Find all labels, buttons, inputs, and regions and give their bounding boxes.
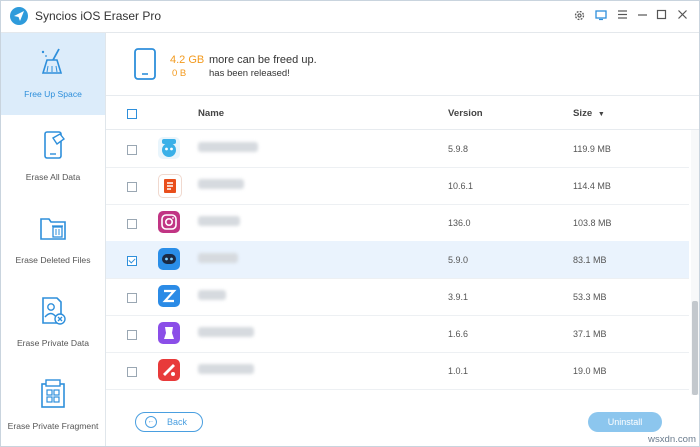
sidebar-item-erase-deleted-files[interactable]: Erase Deleted Files bbox=[1, 199, 105, 281]
display-icon[interactable] bbox=[594, 9, 608, 23]
sidebar-item-label: Erase Deleted Files bbox=[15, 255, 91, 265]
uninstall-button[interactable]: Uninstall bbox=[588, 412, 662, 432]
table-row[interactable]: 5.9.8 119.9 MB bbox=[106, 130, 689, 168]
app-version: 1.6.6 bbox=[448, 329, 469, 339]
app-version: 5.9.8 bbox=[448, 144, 469, 154]
title-bar: Syncios iOS Eraser Pro bbox=[1, 1, 699, 33]
phone-eraser-icon bbox=[44, 131, 66, 159]
app-size: 53.3 MB bbox=[573, 292, 607, 302]
tablet-icon bbox=[134, 48, 156, 80]
app-name-redacted bbox=[198, 216, 240, 226]
sidebar: Free Up Space Erase All Data Erase Delet… bbox=[1, 33, 106, 446]
row-checkbox[interactable] bbox=[127, 330, 137, 340]
row-checkbox[interactable] bbox=[127, 182, 137, 192]
maximize-icon[interactable] bbox=[654, 9, 668, 23]
back-arrow-icon: ← bbox=[145, 416, 157, 428]
freeable-text: more can be freed up. bbox=[209, 54, 317, 66]
scrollbar-thumb[interactable] bbox=[692, 301, 698, 395]
app-size: 83.1 MB bbox=[573, 255, 607, 265]
app-icon bbox=[158, 359, 180, 381]
sidebar-item-erase-all-data[interactable]: Erase All Data bbox=[1, 116, 105, 198]
column-header-name[interactable]: Name bbox=[198, 108, 224, 119]
app-name-redacted bbox=[198, 142, 258, 152]
app-size: 19.0 MB bbox=[573, 366, 607, 376]
select-all-checkbox[interactable] bbox=[127, 109, 137, 119]
app-name-redacted bbox=[198, 364, 254, 374]
main-panel: 4.2 GB more can be freed up. 0 B has bee… bbox=[106, 33, 699, 446]
column-header-size-label: Size bbox=[573, 108, 593, 119]
sidebar-item-label: Erase Private Data bbox=[16, 338, 90, 348]
row-checkbox[interactable] bbox=[127, 293, 137, 303]
app-version: 136.0 bbox=[448, 218, 471, 228]
column-header-size[interactable]: Size ▼ bbox=[573, 108, 605, 119]
app-icon bbox=[158, 174, 182, 198]
app-icon bbox=[158, 285, 180, 307]
app-name-redacted bbox=[198, 327, 254, 337]
private-doc-icon bbox=[42, 297, 66, 325]
row-checkbox[interactable] bbox=[127, 219, 137, 229]
table-row[interactable]: 3.9.1 53.3 MB bbox=[106, 278, 689, 316]
app-logo-icon bbox=[10, 7, 28, 25]
table-header: Name Version Size ▼ bbox=[106, 99, 699, 130]
fragment-grid-icon bbox=[41, 379, 65, 408]
app-size: 37.1 MB bbox=[573, 329, 607, 339]
app-title: Syncios iOS Eraser Pro bbox=[35, 9, 162, 23]
app-version: 3.9.1 bbox=[448, 292, 469, 302]
sidebar-item-label: Erase All Data bbox=[25, 172, 81, 182]
app-version: 1.0.1 bbox=[448, 366, 469, 376]
sidebar-item-erase-private-fragment[interactable]: Erase Private Fragment bbox=[1, 365, 105, 447]
app-size: 103.8 MB bbox=[573, 218, 612, 228]
sidebar-item-label: Free Up Space bbox=[24, 89, 82, 99]
app-name-redacted bbox=[198, 253, 238, 263]
table-row[interactable]: 10.6.1 114.4 MB bbox=[106, 167, 689, 205]
watermark: wsxdn.com bbox=[648, 434, 696, 445]
broom-icon bbox=[41, 48, 63, 74]
released-text: has been released! bbox=[209, 68, 290, 79]
app-window: Syncios iOS Eraser Pro Free Up Space Era… bbox=[0, 0, 700, 447]
app-name-redacted bbox=[198, 290, 226, 300]
app-version: 10.6.1 bbox=[448, 181, 474, 191]
menu-icon[interactable] bbox=[615, 9, 629, 23]
column-header-version[interactable]: Version bbox=[448, 108, 483, 119]
app-list: 5.9.8 119.9 MB 10.6.1 114.4 MB 136.0 103… bbox=[106, 130, 689, 395]
app-icon bbox=[158, 211, 180, 233]
folder-trash-icon bbox=[40, 218, 66, 240]
sort-desc-icon[interactable]: ▼ bbox=[598, 111, 605, 118]
freeable-amount: 4.2 GB bbox=[170, 54, 205, 66]
footer-bar: ← Back Uninstall bbox=[106, 396, 699, 446]
released-amount: 0 B bbox=[172, 68, 187, 79]
close-icon[interactable] bbox=[675, 9, 689, 23]
table-row[interactable]: 1.6.6 37.1 MB bbox=[106, 315, 689, 353]
row-checkbox[interactable] bbox=[127, 367, 137, 377]
back-button-label: Back bbox=[167, 417, 188, 427]
gear-icon[interactable] bbox=[572, 9, 586, 23]
app-size: 119.9 MB bbox=[573, 144, 611, 154]
table-row[interactable]: 1.0.1 19.0 MB bbox=[106, 352, 689, 390]
app-icon bbox=[158, 248, 180, 270]
table-row[interactable]: 136.0 103.8 MB bbox=[106, 204, 689, 242]
app-icon bbox=[158, 322, 180, 344]
app-version: 5.9.0 bbox=[448, 255, 469, 265]
app-icon bbox=[158, 137, 180, 159]
row-checkbox[interactable] bbox=[127, 145, 137, 155]
space-banner: 4.2 GB more can be freed up. 0 B has bee… bbox=[106, 33, 699, 96]
table-row[interactable]: 5.9.0 83.1 MB bbox=[106, 241, 689, 279]
sidebar-item-erase-private-data[interactable]: Erase Private Data bbox=[1, 282, 105, 364]
back-button[interactable]: ← Back bbox=[135, 412, 203, 432]
app-size: 114.4 MB bbox=[573, 181, 611, 191]
row-checkbox[interactable] bbox=[127, 256, 137, 266]
sidebar-item-label: Erase Private Fragment bbox=[7, 421, 99, 431]
sidebar-item-free-up-space[interactable]: Free Up Space bbox=[1, 33, 105, 115]
minimize-icon[interactable] bbox=[635, 9, 649, 23]
app-name-redacted bbox=[198, 179, 244, 189]
